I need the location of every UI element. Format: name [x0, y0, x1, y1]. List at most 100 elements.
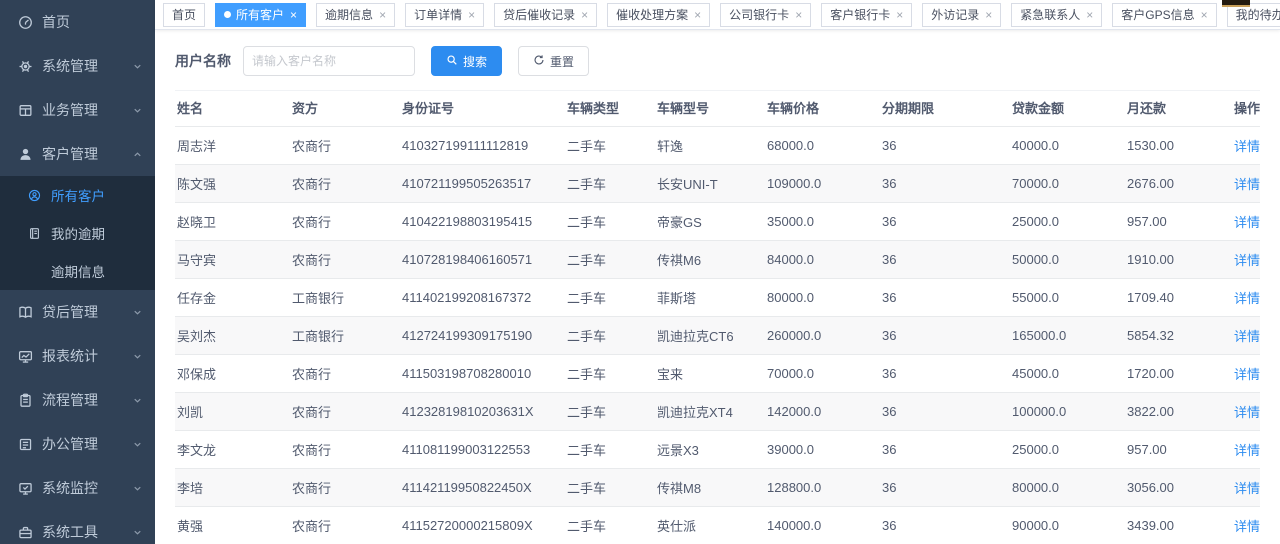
close-icon[interactable]: × [794, 9, 802, 21]
sidebar-item-label: 系统管理 [42, 56, 98, 76]
tab-label: 紧急联系人 [1020, 6, 1080, 23]
sidebar-item-label: 流程管理 [42, 390, 98, 410]
table-row: 李文龙农商行411081199003122553二手车远景X339000.036… [175, 431, 1260, 469]
table-row: 陈文强农商行410721199505263517二手车长安UNI-T109000… [175, 165, 1260, 203]
detail-link[interactable]: 详情 [1234, 139, 1260, 154]
cell-loan_amount: 90000.0 [1010, 507, 1125, 544]
cell-vehicle_price: 128800.0 [765, 469, 880, 507]
sidebar-item-label: 系统工具 [42, 522, 98, 542]
close-icon[interactable]: × [693, 9, 701, 21]
chevron-down-icon [132, 527, 143, 538]
detail-link[interactable]: 详情 [1234, 291, 1260, 306]
close-icon[interactable]: × [580, 9, 588, 21]
table-row: 马守宾农商行410728198406160571二手车传祺M684000.036… [175, 241, 1260, 279]
search-button[interactable]: 搜索 [431, 46, 502, 76]
tab-label: 首页 [172, 6, 196, 23]
cell-vehicle_price: 70000.0 [765, 355, 880, 393]
submenu-item-2[interactable]: 逾期信息 [0, 252, 155, 290]
sidebar-item-0[interactable]: 首页 [0, 0, 155, 44]
main-area: 首页所有客户×逾期信息×订单详情×贷后催收记录×催收处理方案×公司银行卡×客户银… [155, 0, 1280, 544]
detail-link[interactable]: 详情 [1234, 519, 1260, 534]
close-icon[interactable]: × [467, 9, 475, 21]
table-row: 李培农商行41142119950822450X二手车传祺M8128800.036… [175, 469, 1260, 507]
cell-name: 吴刘杰 [175, 317, 290, 355]
detail-link[interactable]: 详情 [1234, 215, 1260, 230]
cell-vehicle_type: 二手车 [565, 279, 655, 317]
tab-3[interactable]: 订单详情 × [405, 3, 484, 27]
close-icon[interactable]: × [378, 9, 386, 21]
close-icon[interactable]: × [289, 9, 297, 21]
tab-8[interactable]: 外访记录 × [922, 3, 1001, 27]
cell-funder: 农商行 [290, 431, 400, 469]
tab-10[interactable]: 客户GPS信息× [1112, 3, 1216, 27]
submenu-item-1[interactable]: 我的逾期 [0, 214, 155, 252]
search-field-label: 用户名称 [175, 51, 231, 71]
tab-1[interactable]: 所有客户× [215, 3, 306, 27]
chevron-up-icon [132, 149, 143, 160]
cell-term: 36 [880, 431, 1010, 469]
tab-5[interactable]: 催收处理方案× [607, 3, 710, 27]
cell-funder: 农商行 [290, 127, 400, 165]
sidebar-item-1[interactable]: 系统管理 [0, 44, 155, 88]
cell-vehicle_type: 二手车 [565, 355, 655, 393]
cell-loan_amount: 165000.0 [1010, 317, 1125, 355]
dashboard-icon [18, 15, 33, 30]
cell-name: 周志洋 [175, 127, 290, 165]
cell-loan_amount: 25000.0 [1010, 431, 1125, 469]
tab-2[interactable]: 逾期信息× [316, 3, 395, 27]
detail-link[interactable]: 详情 [1234, 481, 1260, 496]
tags-view-bar: 首页所有客户×逾期信息×订单详情×贷后催收记录×催收处理方案×公司银行卡×客户银… [155, 0, 1280, 30]
sidebar-item-5[interactable]: 报表统计 [0, 334, 155, 378]
sidebar-item-3[interactable]: 客户管理 [0, 132, 155, 176]
detail-link[interactable]: 详情 [1234, 367, 1260, 382]
tab-label: 外访记录 [931, 6, 979, 23]
detail-link[interactable]: 详情 [1234, 405, 1260, 420]
customers-table: 姓名资方身份证号车辆类型车辆型号车辆价格分期期限贷款金额月还款操作 周志洋农商行… [175, 90, 1260, 544]
detail-link[interactable]: 详情 [1234, 329, 1260, 344]
sidebar-item-8[interactable]: 系统监控 [0, 466, 155, 510]
cell-term: 36 [880, 127, 1010, 165]
table-row: 邓保成农商行411503198708280010二手车宝来70000.03645… [175, 355, 1260, 393]
sidebar-item-2[interactable]: 业务管理 [0, 88, 155, 132]
tab-4[interactable]: 贷后催收记录× [494, 3, 597, 27]
detail-link[interactable]: 详情 [1234, 253, 1260, 268]
cell-vehicle_price: 39000.0 [765, 431, 880, 469]
sidebar-item-label: 办公管理 [42, 434, 98, 454]
table-row: 黄强农商行41152720000215809X二手车英仕派140000.0369… [175, 507, 1260, 544]
tab-9[interactable]: 紧急联系人 × [1011, 3, 1102, 27]
close-icon[interactable]: × [1085, 9, 1093, 21]
cell-vehicle_type: 二手车 [565, 203, 655, 241]
customer-name-input[interactable] [243, 46, 415, 76]
reset-button-label: 重置 [550, 53, 574, 70]
tab-7[interactable]: 客户银行卡 × [821, 3, 912, 27]
cell-loan_amount: 100000.0 [1010, 393, 1125, 431]
close-icon[interactable]: × [1200, 9, 1208, 21]
cell-loan_amount: 80000.0 [1010, 469, 1125, 507]
close-icon[interactable]: × [895, 9, 903, 21]
cell-term: 36 [880, 279, 1010, 317]
sidebar-item-7[interactable]: 办公管理 [0, 422, 155, 466]
close-icon[interactable]: × [984, 9, 992, 21]
sidebar-item-label: 报表统计 [42, 346, 98, 366]
tab-label: 订单详情 [414, 6, 462, 23]
detail-link[interactable]: 详情 [1234, 177, 1260, 192]
sidebar: 首页系统管理业务管理客户管理所有客户我的逾期逾期信息贷后管理报表统计流程管理办公… [0, 0, 155, 544]
sidebar-item-4[interactable]: 贷后管理 [0, 290, 155, 334]
cell-funder: 农商行 [290, 165, 400, 203]
reset-button[interactable]: 重置 [518, 46, 589, 76]
submenu-item-0[interactable]: 所有客户 [0, 176, 155, 214]
tab-label: 客户银行卡 [830, 6, 890, 23]
sidebar-item-9[interactable]: 系统工具 [0, 510, 155, 544]
cell-vehicle_type: 二手车 [565, 165, 655, 203]
cell-vehicle_model: 凯迪拉克CT6 [655, 317, 765, 355]
tab-label: 我的待办 [1236, 6, 1280, 23]
cell-id_number: 411503198708280010 [400, 355, 565, 393]
refresh-icon [533, 54, 545, 69]
detail-link[interactable]: 详情 [1234, 443, 1260, 458]
sidebar-item-6[interactable]: 流程管理 [0, 378, 155, 422]
tab-0[interactable]: 首页 [163, 3, 205, 27]
icon-slot [28, 265, 41, 278]
tab-6[interactable]: 公司银行卡× [720, 3, 811, 27]
cell-id_number: 41142119950822450X [400, 469, 565, 507]
chevron-down-icon [132, 395, 143, 406]
